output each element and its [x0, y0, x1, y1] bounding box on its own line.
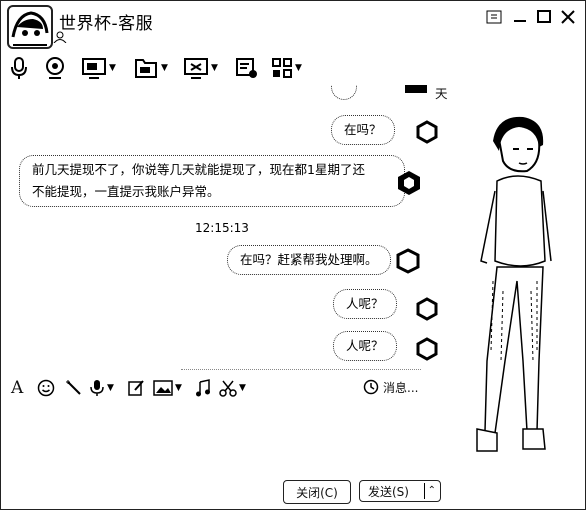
message-text: 在吗？	[344, 122, 382, 137]
divider	[181, 369, 421, 370]
message-text: 人呢？	[346, 338, 384, 353]
message-bubble: 在吗？	[331, 115, 395, 145]
avatar	[405, 85, 427, 93]
apps-button[interactable]: ▼	[271, 55, 302, 81]
video-call-button[interactable]	[43, 55, 67, 81]
chevron-down-icon[interactable]: ▼	[239, 383, 246, 393]
apply-icon	[236, 58, 257, 78]
close-icon[interactable]	[559, 9, 577, 25]
message-list[interactable]: 天 在吗？ 前几天提现不了，你说等几天就能提现了，现在都1星期了还 不能提现，一…	[1, 85, 471, 371]
chevron-down-icon[interactable]: ▼	[107, 383, 114, 393]
message-history-button[interactable]: 消息...	[363, 375, 418, 399]
file-transfer-icon	[135, 59, 157, 78]
avatar	[416, 120, 438, 144]
chat-window: 世界杯-客服 ▼ ▼ ▼ ▼ 天 在吗？ 前几天提现不了，你说等几天就能提现了，…	[0, 0, 586, 510]
send-button[interactable]: 发送(S) ⌃	[359, 480, 441, 502]
microphone-button[interactable]	[9, 55, 29, 81]
chat-toolbar: ▼ ▼ ▼ ▼	[9, 55, 319, 81]
edit-icon[interactable]	[127, 377, 145, 399]
avatar	[396, 248, 420, 274]
chevron-down-icon[interactable]: ▼	[211, 63, 218, 73]
minimize-icon[interactable]	[511, 9, 529, 25]
remote-desktop-button[interactable]: ▼	[81, 55, 116, 81]
message-bubble: 人呢？	[333, 331, 397, 361]
video-call-icon	[46, 57, 64, 79]
screen-share-icon	[184, 58, 208, 79]
format-toolbar: A ▼ ▼ ▼	[9, 377, 269, 401]
message-text-line2: 不能提现，一直提示我账户异常。	[32, 184, 220, 199]
voice-icon[interactable]: ▼	[89, 377, 114, 399]
music-icon[interactable]	[195, 377, 211, 399]
avatar	[398, 171, 420, 195]
chevron-down-icon[interactable]: ▼	[175, 383, 182, 393]
chevron-up-icon[interactable]: ⌃	[423, 483, 436, 499]
message-bubble: 前几天提现不了，你说等几天就能提现了，现在都1星期了还 不能提现，一直提示我账户…	[19, 155, 405, 207]
message-bubble: 人呢？	[333, 289, 397, 319]
message-text: 人呢？	[346, 296, 384, 311]
message-bubble-partial	[331, 85, 357, 100]
apps-icon	[272, 58, 292, 78]
message-bubble: 在吗？赶紧帮我处理啊。	[227, 245, 391, 275]
magic-icon[interactable]	[65, 377, 83, 399]
clock-icon	[363, 379, 379, 395]
character-illustration	[476, 116, 552, 452]
screen-share-button[interactable]: ▼	[183, 55, 218, 81]
app-avatar-icon[interactable]	[7, 5, 53, 49]
chevron-down-icon[interactable]: ▼	[161, 63, 168, 73]
close-button[interactable]: 关闭(C)	[283, 480, 351, 504]
chevron-down-icon[interactable]: ▼	[295, 63, 302, 73]
head-icon	[53, 31, 67, 43]
avatar	[416, 337, 438, 361]
message-text: 在吗？赶紧帮我处理啊。	[240, 252, 378, 267]
profile-icon[interactable]	[485, 9, 503, 25]
partial-message-text: 天	[435, 86, 448, 101]
apply-button[interactable]	[235, 55, 259, 81]
chevron-down-icon[interactable]: ▼	[109, 63, 116, 73]
message-timestamp: 12:15:13	[195, 221, 249, 235]
message-history-label: 消息...	[383, 380, 419, 395]
font-icon[interactable]: A	[11, 377, 23, 399]
microphone-icon	[11, 57, 27, 79]
avatar	[416, 297, 438, 321]
remote-desktop-icon	[82, 58, 106, 79]
file-transfer-button[interactable]: ▼	[133, 55, 168, 81]
window-title: 世界杯-客服	[59, 14, 154, 34]
screenshot-icon[interactable]: ▼	[219, 377, 246, 399]
image-icon[interactable]: ▼	[153, 377, 182, 399]
message-text-line1: 前几天提现不了，你说等几天就能提现了，现在都1星期了还	[32, 162, 365, 177]
maximize-icon[interactable]	[535, 9, 553, 25]
emoji-icon[interactable]	[37, 377, 55, 399]
